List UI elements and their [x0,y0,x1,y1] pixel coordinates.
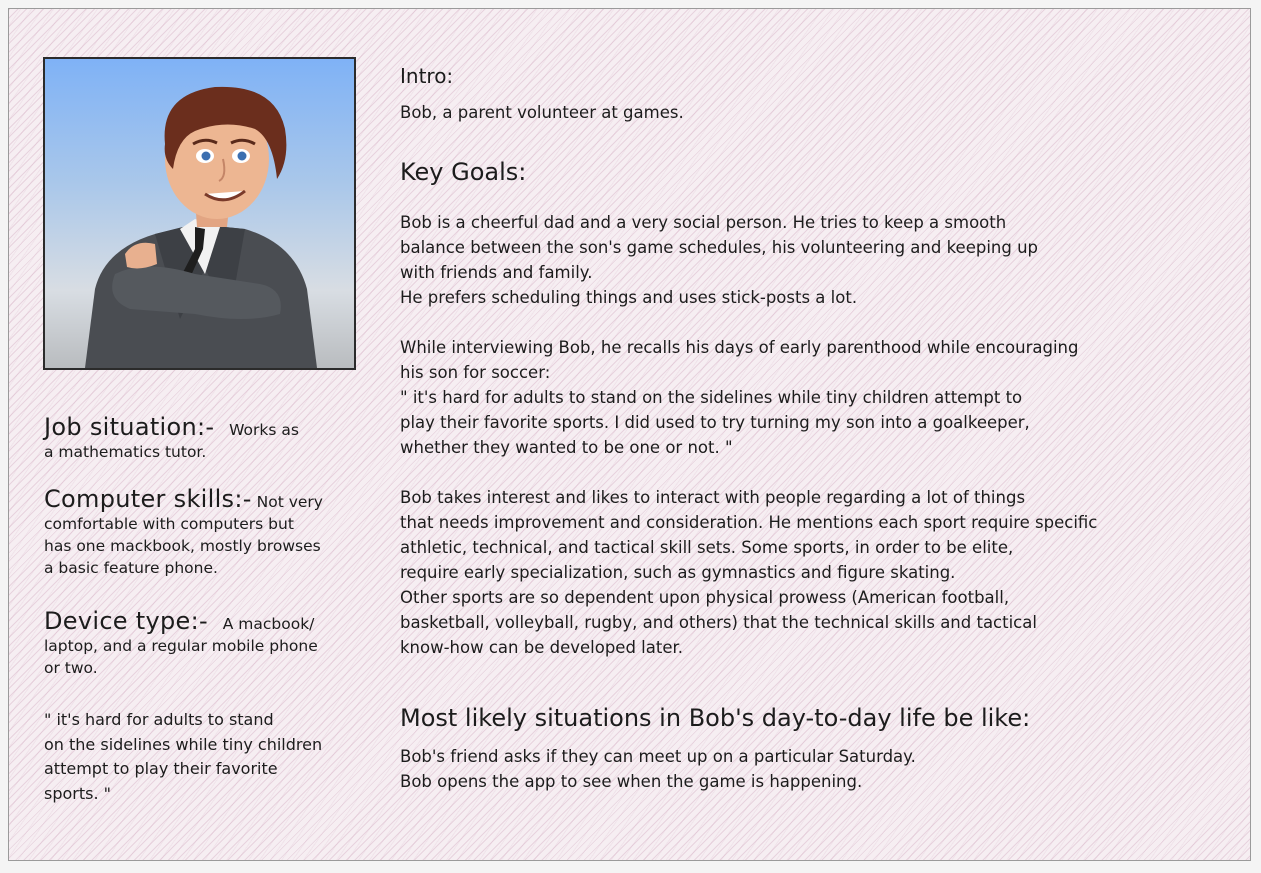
computer-label: Computer skills:- [44,485,252,513]
computer-text-2: comfortable with computers but has one m… [44,515,321,577]
job-label: Job situation:- [44,413,215,441]
computer-text: Not very [256,493,323,511]
device-text-2: laptop, and a regular mobile phone or tw… [44,637,318,677]
situations-heading: Most likely situations in Bob's day-to-d… [400,704,1031,732]
job-text: Works as [229,421,299,439]
persona-quote: " it's hard for adults to stand on the s… [44,710,323,803]
situations-section: Most likely situations in Bob's day-to-d… [400,704,1220,794]
device-type: Device type:- A macbook/ laptop, and a r… [44,607,384,679]
job-text-2: a mathematics tutor. [44,443,207,461]
key-goals-section: Key Goals: Bob is a cheerful dad and a v… [400,158,1220,660]
intro-heading: Intro: [400,64,454,88]
key-goals-heading: Key Goals: [400,158,527,186]
computer-skills: Computer skills:- Not very comfortable w… [44,485,384,579]
job-situation: Job situation:- Works as a mathematics t… [44,413,384,463]
goals-paragraph-3: Bob takes interest and likes to interact… [400,488,1098,657]
device-label: Device type:- [44,607,208,635]
persona-photo [43,57,356,370]
intro-section: Intro: Bob, a parent volunteer at games. [400,64,1220,125]
device-text: A macbook/ [222,615,315,633]
situations-text: Bob's friend asks if they can meet up on… [400,747,916,791]
goals-paragraph-1: Bob is a cheerful dad and a very social … [400,213,1039,307]
persona-avatar-icon [85,86,317,368]
intro-text: Bob, a parent volunteer at games. [400,103,684,122]
goals-paragraph-2: While interviewing Bob, he recalls his d… [400,338,1079,457]
